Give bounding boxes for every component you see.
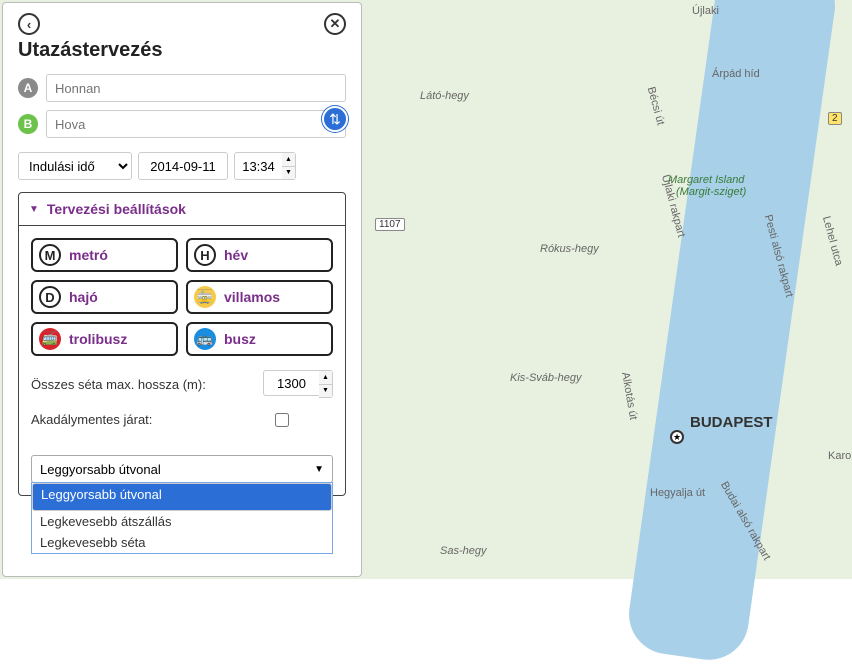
back-button[interactable]: ‹ bbox=[18, 13, 40, 35]
map-label: Bécsi út bbox=[645, 86, 667, 127]
walk-spinner: ▲ ▼ bbox=[319, 370, 333, 398]
marker-b-icon: B bbox=[18, 114, 38, 134]
walk-down-button[interactable]: ▼ bbox=[319, 385, 332, 398]
hev-icon: H bbox=[194, 244, 216, 266]
close-button[interactable]: ✕ bbox=[324, 13, 346, 35]
walk-length-input[interactable] bbox=[263, 370, 319, 396]
map-label: Lehel utca bbox=[820, 215, 845, 267]
time-down-button[interactable]: ▼ bbox=[282, 167, 295, 180]
accessible-label: Akadálymentes járat: bbox=[31, 412, 152, 427]
mode-busz-button[interactable]: 🚌 busz bbox=[186, 322, 333, 356]
map-label: Kis-Sváb-hegy bbox=[510, 372, 582, 384]
map-label: Karo bbox=[828, 450, 851, 462]
mode-villamos-button[interactable]: 🚋 villamos bbox=[186, 280, 333, 314]
mode-hajo-button[interactable]: D hajó bbox=[31, 280, 178, 314]
trip-planner-panel: ‹ ✕ Utazástervezés A B ⇅ Indulási idő ▲ … bbox=[2, 2, 362, 577]
settings-header-label: Tervezési beállítások bbox=[47, 201, 186, 217]
road-badge: 2 bbox=[828, 112, 842, 125]
map-label: Margaret Island bbox=[668, 174, 744, 186]
date-input[interactable] bbox=[138, 152, 228, 180]
mode-hev-button[interactable]: H hév bbox=[186, 238, 333, 272]
settings-toggle[interactable]: ▼ Tervezési beállítások bbox=[19, 193, 345, 226]
trolley-icon: 🚎 bbox=[39, 328, 61, 350]
to-input[interactable] bbox=[46, 110, 346, 138]
from-input[interactable] bbox=[46, 74, 346, 102]
time-spinner: ▲ ▼ bbox=[282, 152, 296, 180]
metro-icon: M bbox=[39, 244, 61, 266]
select-dropdown: Leggyorsabb útvonal Legkevesebb átszállá… bbox=[31, 482, 333, 554]
map-label: Rókus-hegy bbox=[540, 243, 599, 255]
map-label: (Margit-sziget) bbox=[676, 186, 746, 198]
mode-label: villamos bbox=[224, 289, 280, 305]
mode-label: busz bbox=[224, 331, 256, 347]
mode-label: trolibusz bbox=[69, 331, 127, 347]
map-city-label: BUDAPEST bbox=[690, 414, 773, 431]
walk-length-label: Összes séta max. hossza (m): bbox=[31, 377, 206, 392]
map-label: Újlaki bbox=[692, 5, 719, 17]
bus-icon: 🚌 bbox=[194, 328, 216, 350]
route-optimization-select[interactable]: Leggyorsabb útvonal ▼ Leggyorsabb útvona… bbox=[31, 455, 333, 483]
time-input[interactable] bbox=[234, 152, 282, 180]
select-value: Leggyorsabb útvonal bbox=[40, 462, 161, 477]
map-label: Látó-hegy bbox=[420, 90, 469, 102]
time-up-button[interactable]: ▲ bbox=[282, 153, 295, 167]
tram-icon: 🚋 bbox=[194, 286, 216, 308]
map-label: Alkotás út bbox=[619, 371, 639, 421]
marker-a-icon: A bbox=[18, 78, 38, 98]
map-label: Sas-hegy bbox=[440, 545, 486, 557]
time-mode-select[interactable]: Indulási idő bbox=[18, 152, 132, 180]
select-option[interactable]: Legkevesebb átszállás bbox=[32, 511, 332, 532]
ship-icon: D bbox=[39, 286, 61, 308]
select-box[interactable]: Leggyorsabb útvonal ▼ bbox=[31, 455, 333, 483]
chevron-down-icon: ▼ bbox=[314, 464, 324, 475]
mode-metro-button[interactable]: M metró bbox=[31, 238, 178, 272]
walk-up-button[interactable]: ▲ bbox=[319, 371, 332, 385]
swap-button[interactable]: ⇅ bbox=[322, 106, 348, 132]
accessible-checkbox[interactable] bbox=[275, 413, 289, 427]
chevron-down-icon: ▼ bbox=[29, 204, 39, 215]
road-badge: 1107 bbox=[375, 218, 405, 231]
map-label: Hegyalja út bbox=[650, 487, 705, 499]
select-option[interactable]: Leggyorsabb útvonal bbox=[32, 483, 332, 511]
mode-label: hév bbox=[224, 247, 248, 263]
capital-icon: ★ bbox=[670, 430, 684, 444]
map-label: Árpád híd bbox=[712, 68, 760, 80]
settings-section: ▼ Tervezési beállítások M metró H hév D … bbox=[18, 192, 346, 496]
mode-label: metró bbox=[69, 247, 108, 263]
mode-label: hajó bbox=[69, 289, 98, 305]
select-option[interactable]: Legkevesebb séta bbox=[32, 532, 332, 553]
panel-title: Utazástervezés bbox=[18, 39, 346, 62]
mode-trolibusz-button[interactable]: 🚎 trolibusz bbox=[31, 322, 178, 356]
